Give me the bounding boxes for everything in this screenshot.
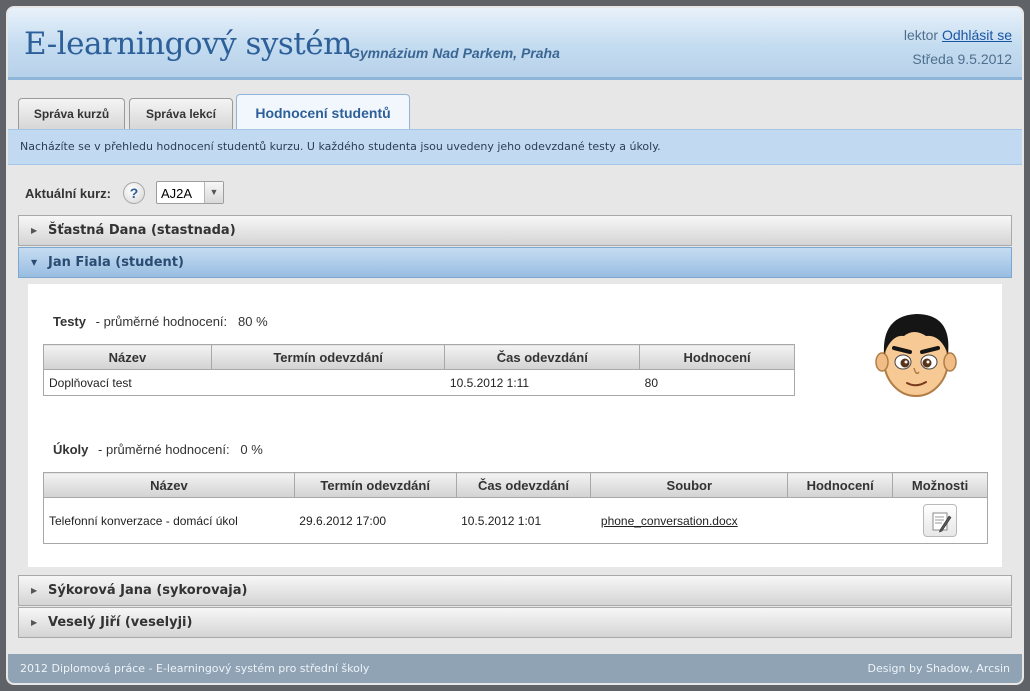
student-row-stastnada[interactable]: ▶ Šťastná Dana (stastnada): [18, 215, 1012, 246]
column-header[interactable]: Soubor: [590, 472, 789, 498]
test-name: Doplňovací test: [49, 375, 132, 390]
chevron-down-icon[interactable]: ▼: [204, 182, 223, 203]
column-header[interactable]: Název: [43, 472, 295, 498]
user-box: lektor Odhlásit se Středa 9.5.2012: [904, 27, 1012, 67]
tasks-section-title: Úkoly - průměrné hodnocení: 0 %: [53, 442, 263, 457]
student-row-sykorovaja[interactable]: ▶ Sýkorová Jana (sykorovaja): [18, 575, 1012, 606]
course-select-value: AJ2A: [161, 186, 193, 201]
page-header: E-learningový systém Gymnázium Nad Parke…: [8, 8, 1022, 80]
triangle-right-icon: ▶: [31, 226, 38, 235]
tasks-avg-value: 0 %: [240, 442, 263, 457]
course-select[interactable]: AJ2A ▼: [156, 181, 224, 204]
tasks-title: Úkoly: [53, 442, 89, 457]
table-row: Telefonní konverzace - domácí úkol 29.6.…: [44, 498, 988, 544]
test-deadline: [211, 370, 445, 396]
tests-avg-label: - průměrné hodnocení:: [95, 314, 228, 329]
tab-student-evaluation[interactable]: Hodnocení studentů: [236, 94, 410, 131]
student-avatar: [875, 314, 957, 397]
tasks-table: Název Termín odevzdání Čas odevzdání Sou…: [43, 472, 988, 544]
edit-grade-icon: [932, 512, 952, 533]
student-name: Šťastná Dana (stastnada): [48, 223, 236, 238]
task-deadline: 29.6.2012 17:00: [299, 513, 387, 528]
user-role: lektor: [903, 27, 939, 43]
task-file-link[interactable]: phone_conversation.docx: [601, 514, 738, 528]
tests-section-title: Testy - průměrné hodnocení: 80 %: [53, 314, 268, 329]
triangle-right-icon: ▶: [31, 618, 38, 627]
student-name: Jan Fiala (student): [48, 255, 184, 270]
task-submitted-time: 10.5.2012 1:01: [461, 513, 542, 528]
info-bar: Nacházíte se v přehledu hodnocení studen…: [8, 129, 1022, 165]
app-window: E-learningový systém Gymnázium Nad Parke…: [6, 6, 1024, 685]
tests-avg-value: 80 %: [238, 314, 268, 329]
column-header[interactable]: Hodnocení: [787, 472, 894, 498]
footer-copyright: 2012 Diplomová práce - E-learningový sys…: [20, 662, 370, 675]
triangle-right-icon: ▶: [31, 586, 38, 595]
tasks-avg-label: - průměrné hodnocení:: [98, 442, 230, 457]
table-row: Doplňovací test 10.5.2012 1:11 80: [44, 370, 795, 396]
tab-lesson-management[interactable]: Správa lekcí: [129, 98, 233, 130]
test-submitted-time: 10.5.2012 1:11: [449, 375, 530, 390]
tests-table: Název Termín odevzdání Čas odevzdání Hod…: [43, 344, 795, 396]
student-row-fiala[interactable]: ▼ Jan Fiala (student): [18, 247, 1012, 278]
task-name: Telefonní konverzace - domácí úkol: [49, 513, 238, 528]
column-header[interactable]: Název: [43, 344, 212, 370]
logout-link[interactable]: Odhlásit se: [942, 27, 1012, 43]
column-header[interactable]: Termín odevzdání: [293, 472, 457, 498]
question-icon[interactable]: ?: [123, 182, 145, 204]
column-header[interactable]: Hodnocení: [639, 344, 795, 370]
task-grade: [788, 498, 893, 544]
column-header[interactable]: Termín odevzdání: [210, 344, 446, 370]
footer-credits: Design by Shadow, Arcsin: [867, 662, 1010, 675]
tab-course-management[interactable]: Správa kurzů: [18, 98, 125, 130]
triangle-down-icon: ▼: [31, 258, 38, 267]
table-header-row: Název Termín odevzdání Čas odevzdání Hod…: [43, 344, 795, 370]
school-name: Gymnázium Nad Parkem, Praha: [349, 45, 560, 61]
table-header-row: Název Termín odevzdání Čas odevzdání Sou…: [43, 472, 988, 498]
tests-title: Testy: [53, 314, 86, 329]
edit-grade-button[interactable]: [922, 504, 957, 537]
column-header: Možnosti: [892, 472, 988, 498]
current-date: Středa 9.5.2012: [912, 51, 1012, 67]
column-header[interactable]: Čas odevzdání: [455, 472, 592, 498]
student-row-veselyji[interactable]: ▶ Veselý Jiří (veselyji): [18, 607, 1012, 638]
page-footer: 2012 Diplomová práce - E-learningový sys…: [8, 654, 1022, 683]
student-name: Sýkorová Jana (sykorovaja): [48, 583, 248, 598]
student-detail-panel: Testy - průměrné hodnocení: 80 % Název T…: [28, 284, 1002, 567]
course-label: Aktuální kurz:: [25, 186, 111, 201]
student-name: Veselý Jiří (veselyji): [48, 615, 193, 630]
app-title: E-learningový systém: [24, 26, 353, 62]
test-grade: 80: [644, 375, 659, 390]
column-header[interactable]: Čas odevzdání: [444, 344, 641, 370]
